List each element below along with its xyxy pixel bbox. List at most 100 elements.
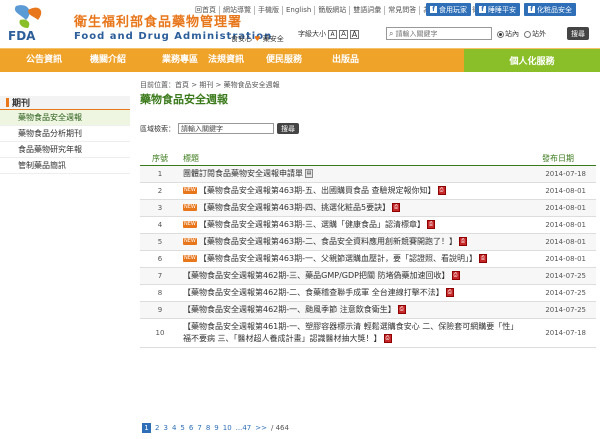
table-row: 1 團體訂閱食品藥物安全週報申請單 ▤ 2014-07-18 (140, 166, 596, 183)
row-number: 6 (157, 255, 163, 263)
font-size-small-button[interactable]: A (328, 29, 337, 39)
page-link[interactable]: 4 (172, 424, 176, 432)
sidebar-item-research-annual[interactable]: 食品藥物研究年報 (0, 142, 130, 158)
pdf-icon[interactable]: ⎙ (479, 254, 487, 263)
nav-publications[interactable]: 出版品 (332, 49, 359, 72)
page-link[interactable]: 2 (155, 424, 159, 432)
scope-external-radio[interactable]: 站外 (524, 29, 546, 39)
row-number: 9 (157, 306, 163, 314)
page-current[interactable]: 1 (142, 423, 151, 433)
page-link[interactable]: 8 (206, 424, 210, 432)
weekly-table: 序號 標題 發布日期 1 團體訂閱食品藥物安全週報申請單 ▤ 2014-07-18 2 N… (140, 152, 596, 348)
row-title-link[interactable]: 【藥物食品安全週報第462期-二、食藥稽查聯手成軍 全台連線打擊不法】 (183, 288, 444, 297)
facebook-icon: f (479, 6, 486, 13)
sidebar-item-controlled-drugs[interactable]: 管制藥品簡訊 (0, 158, 130, 174)
pdf-icon[interactable]: ⎙ (445, 288, 454, 297)
row-title-link[interactable]: 【藥物食品安全週報第463期-三、選購「健康食品」認清標章】 (199, 220, 425, 229)
sidebar-title-label: 期刊 (12, 99, 31, 109)
row-number: 8 (157, 289, 163, 297)
page-link[interactable]: 10 (223, 424, 232, 432)
fda-logo-icon[interactable]: FDA (6, 2, 64, 42)
row-title-link[interactable]: 【藥物食品安全週報第461期-一、塑膠容器標示清 輕鬆選購食安心 二、保險套可網… (183, 322, 518, 343)
top-search-box: ⌕ (386, 27, 492, 40)
row-number: 4 (157, 221, 163, 229)
row-title-link[interactable]: 【藥物食品安全週報第463期-五、出國購買食品 查驗規定報你知】 (199, 186, 436, 195)
table-row: 10 【藥物食品安全週報第461期-一、塑膠容器標示清 輕鬆選購食安心 二、保險套… (140, 319, 596, 348)
font-size-large-button[interactable]: A (350, 29, 359, 39)
nav-services[interactable]: 便民服務 (266, 49, 302, 72)
scope-label: 站內 (505, 30, 519, 38)
table-row: 9 【藥物食品安全週報第462期-一、颱風季節 注意飲食衛生】 ⎙ 2014-07-2… (140, 302, 596, 319)
row-title-link[interactable]: 團體訂閱食品藥物安全週報申請單 (183, 169, 303, 178)
row-title-cell: 團體訂閱食品藥物安全週報申請單 ▤ (180, 166, 520, 182)
pdf-icon[interactable]: ⎙ (437, 186, 446, 195)
document-icon[interactable]: ▤ (305, 169, 313, 178)
search-icon: ⌕ (389, 28, 394, 38)
nav-regulations[interactable]: 法規資訊 (208, 49, 244, 72)
row-title-link[interactable]: 【藥物食品安全週報第463期-一、父親節選購血壓計，要「認證照、看說明」】 (199, 254, 477, 263)
pagination: 1 2 3 4 5 6 7 8 9 10 ...47 >> / 464 (142, 423, 289, 433)
page-next-button[interactable]: >> (255, 424, 267, 432)
row-date: 2014-07-18 (545, 329, 586, 337)
new-badge: NEW (183, 187, 197, 194)
row-title-cell: NEW 【藥物食品安全週報第463期-一、父親節選購血壓計，要「認證照、看說明」】… (180, 251, 520, 267)
top-link[interactable]: 雙語詞彙 (350, 6, 386, 15)
radio-off-icon (524, 30, 531, 38)
row-title-link[interactable]: 【藥物食品安全週報第463期-二、食品安全資料應用創新競賽開跑了！】 (199, 237, 457, 246)
sidebar-item-analysis-journal[interactable]: 藥物食品分析期刊 (0, 126, 130, 142)
page-link[interactable]: 6 (189, 424, 193, 432)
row-title-link[interactable]: 【藥物食品安全週報第462期-三、藥品GMP/GDP把關 防堵偽藥加速回收】 (183, 271, 450, 280)
pdf-icon[interactable]: ⎙ (392, 203, 401, 212)
row-date: 2014-07-25 (545, 289, 586, 297)
title-bar-icon (6, 98, 9, 107)
top-link[interactable]: 簡版網站 (315, 6, 351, 15)
quick-link-sleep-safe[interactable]: f 睡睡平安 (475, 3, 520, 16)
top-search-button[interactable]: 搜尋 (567, 27, 589, 40)
page-link[interactable]: 5 (180, 424, 184, 432)
page-link[interactable]: 3 (163, 424, 167, 432)
pdf-icon[interactable]: ⎙ (427, 220, 435, 229)
header-no: 序號 (152, 154, 168, 163)
pdf-icon[interactable]: ⎙ (459, 237, 467, 246)
scope-label: 站外 (532, 30, 546, 38)
row-date: 2014-07-18 (545, 170, 586, 178)
quick-link-food-player[interactable]: f 食用玩家 (426, 3, 471, 16)
nav-personal-service[interactable]: 個人化服務 (464, 49, 600, 72)
row-title-link[interactable]: 【藥物食品安全週報第463期-四、挑選化粧品5要訣】 (199, 203, 390, 212)
row-number: 1 (157, 170, 163, 178)
page-link[interactable]: 7 (197, 424, 201, 432)
page-link[interactable]: ...47 (236, 424, 252, 432)
page-title: 藥物食品安全週報 (140, 93, 228, 106)
row-date: 2014-08-01 (545, 204, 586, 212)
breadcrumb: 目前位置：首頁 > 期刊 > 藥物食品安全週報 (140, 81, 280, 89)
logo-text: FDA (8, 29, 36, 42)
row-date: 2014-08-01 (545, 255, 586, 263)
top-link[interactable]: 網站導覽 (220, 6, 255, 15)
filter-search-button[interactable]: 搜尋 (277, 123, 299, 134)
nav-announcements[interactable]: 公告資訊 (26, 49, 62, 72)
quick-link-cosmetics-safety[interactable]: f 化粧品安全 (524, 3, 576, 16)
main-nav: 公告資訊 機關介紹 業務專區 法規資訊 便民服務 出版品 個人化服務 (0, 48, 600, 72)
pdf-icon[interactable]: ⎙ (397, 305, 406, 314)
table-row: 7 【藥物食品安全週報第462期-三、藥品GMP/GDP把關 防堵偽藥加速回收】 ⎙… (140, 268, 596, 285)
row-title-link[interactable]: 【藥物食品安全週報第462期-一、颱風季節 注意飲食衛生】 (183, 305, 396, 314)
top-link[interactable]: English (283, 6, 316, 15)
pdf-icon[interactable]: ⎙ (383, 334, 392, 343)
font-size-medium-button[interactable]: A (339, 29, 348, 39)
nav-about[interactable]: 機關介紹 (90, 49, 126, 72)
scope-internal-radio[interactable]: 站內 (497, 29, 519, 39)
nav-business[interactable]: 業務專區 (162, 49, 198, 72)
top-link[interactable]: 手機版 (255, 6, 283, 15)
filter-input[interactable] (178, 123, 274, 134)
sidebar-item-safety-weekly[interactable]: 藥物食品安全週報 (0, 110, 130, 126)
top-link[interactable]: 回首頁 (192, 6, 220, 15)
top-search-input[interactable] (395, 29, 486, 38)
page-link[interactable]: 9 (214, 424, 218, 432)
search-scope: 站內 站外 (497, 29, 546, 39)
top-link[interactable]: 常見問答 (385, 6, 421, 15)
row-title-cell: 【藥物食品安全週報第462期-三、藥品GMP/GDP把關 防堵偽藥加速回收】 ⎙ (180, 268, 520, 284)
table-row: 8 【藥物食品安全週報第462期-二、食藥稽查聯手成軍 全台連線打擊不法】 ⎙ 201… (140, 285, 596, 302)
pdf-icon[interactable]: ⎙ (451, 271, 460, 280)
quick-link-label: 化粧品安全 (537, 5, 572, 14)
new-badge: NEW (183, 255, 197, 262)
